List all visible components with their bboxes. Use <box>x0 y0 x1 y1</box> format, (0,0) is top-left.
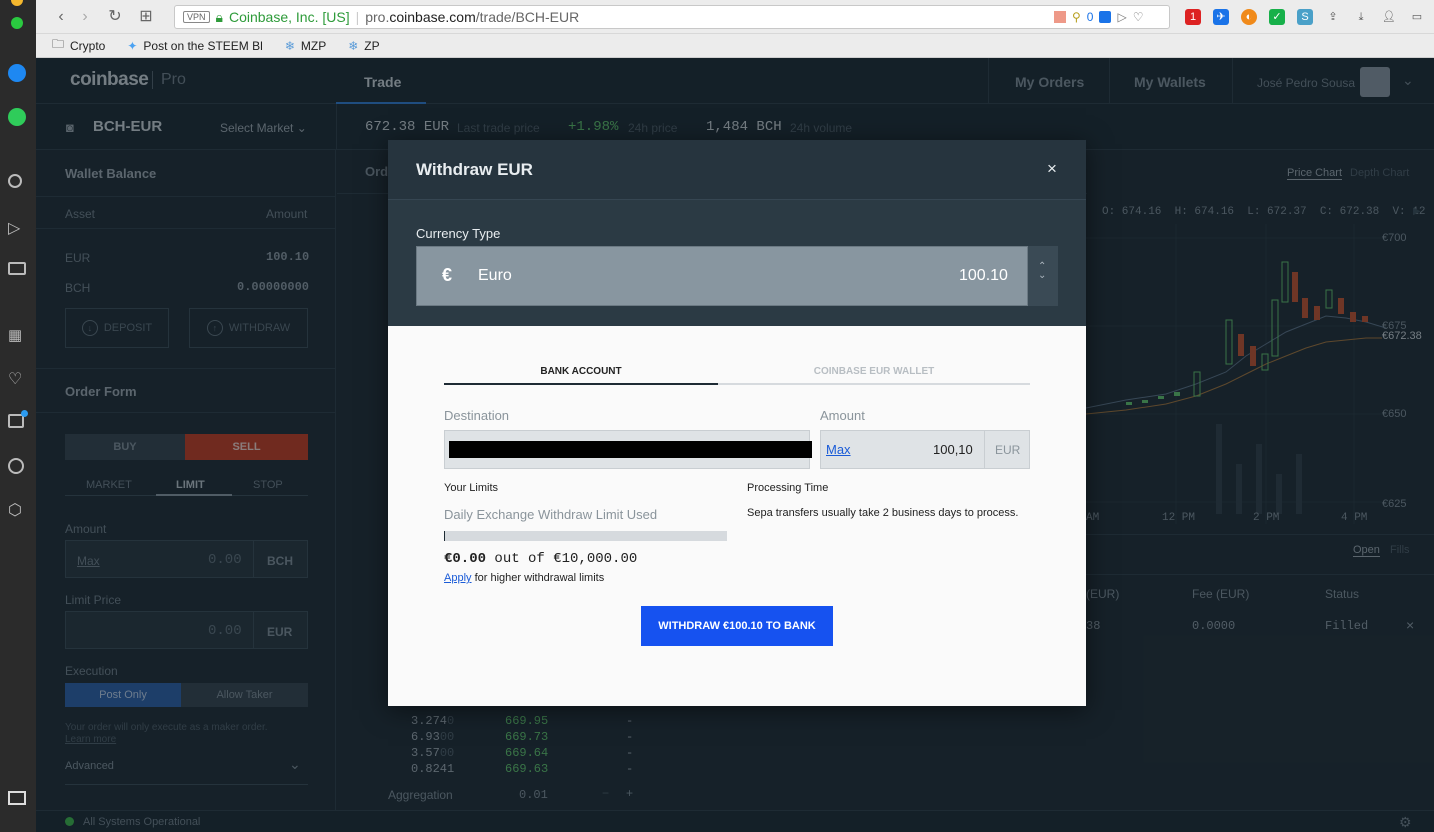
forward-icon[interactable]: › <box>76 8 94 26</box>
daily-limit-label: Daily Exchange Withdraw Limit Used <box>444 507 658 522</box>
amount-unit: EUR <box>995 443 1021 457</box>
dock-sidebar: ▷ ▦ ♡ ⬡ <box>0 0 36 832</box>
cube-icon[interactable] <box>1054 11 1066 23</box>
amount-label: Amount <box>820 408 865 423</box>
currency-select[interactable]: € Euro 100.10 ⌃ ⌄ <box>416 246 1058 306</box>
currency-name: Euro <box>478 267 512 284</box>
snowflake-icon: ❄ <box>348 38 359 53</box>
extension-teal-icon[interactable]: S <box>1297 9 1313 25</box>
tabs-grid-icon[interactable]: ⊞ <box>137 8 155 26</box>
url-extensions: ⚲ 0 ▷ ♡ <box>1054 10 1143 24</box>
shield-icon[interactable] <box>1099 11 1112 23</box>
share-icon[interactable]: ▷ <box>1117 10 1126 24</box>
processing-time-label: Processing Time <box>747 482 829 494</box>
modal-titlebar: Withdraw EUR × <box>388 140 1086 200</box>
site-identity: Coinbase, Inc. [US] <box>228 9 350 25</box>
maximize-dot-icon[interactable] <box>11 17 23 29</box>
redacted-destination <box>449 441 812 458</box>
snowflake-icon: ❄ <box>284 38 295 53</box>
camera-icon[interactable] <box>8 262 26 275</box>
messenger-icon[interactable] <box>8 64 26 82</box>
url-text: pro.coinbase.com/trade/BCH-EUR <box>365 9 580 25</box>
currency-amount: 100.10 <box>959 267 1008 284</box>
notification-dot-icon <box>21 410 28 417</box>
withdraw-modal: Withdraw EUR × Currency Type € Euro 100.… <box>388 140 1086 706</box>
vpn-badge[interactable]: VPN <box>183 11 210 23</box>
withdraw-to-bank-button[interactable]: WITHDRAW €100.10 TO BANK <box>641 606 833 646</box>
box-icon[interactable]: ⬡ <box>8 500 22 520</box>
bookmark-steem[interactable]: ✦ Post on the STEEM Bl <box>127 39 262 53</box>
tab-coinbase-wallet[interactable]: COINBASE EUR WALLET <box>718 366 1030 377</box>
profile-icon[interactable]: 👤︎ <box>1381 9 1397 25</box>
favorite-icon[interactable]: ♡ <box>1133 10 1144 24</box>
currency-type-label: Currency Type <box>416 226 501 241</box>
processing-text: Sepa transfers usually take 2 business d… <box>747 507 1019 519</box>
steem-icon: ✦ <box>127 38 138 53</box>
address-bar[interactable]: VPN 🔒︎ Coinbase, Inc. [US] | pro.coinbas… <box>174 5 1170 29</box>
back-icon[interactable]: ‹ <box>52 8 70 26</box>
share-toolbar-icon[interactable]: ⇪ <box>1325 9 1341 25</box>
sidebar-toggle-icon[interactable] <box>8 791 26 805</box>
bookmark-mzp[interactable]: ❄ MZP <box>285 39 326 53</box>
euro-icon: € <box>442 265 453 285</box>
download-icon[interactable]: ⤓ <box>1353 9 1369 25</box>
max-link[interactable]: Max <box>826 442 851 457</box>
apps-grid-icon[interactable]: ▦ <box>8 326 22 344</box>
chevron-updown-icon: ⌃ ⌄ <box>1038 261 1047 281</box>
send-icon[interactable]: ▷ <box>8 218 20 238</box>
extension-orange-icon[interactable]: ◐ <box>1241 9 1257 25</box>
amount-value[interactable]: 100,10 <box>933 442 973 457</box>
extension-red-icon[interactable]: 1 <box>1185 9 1201 25</box>
limit-usage: €0.00 out of €10,000.00 <box>444 551 638 567</box>
close-dot-icon[interactable] <box>11 0 23 6</box>
history-icon[interactable] <box>8 458 24 474</box>
apply-link[interactable]: Apply <box>444 572 472 584</box>
destination-field[interactable] <box>444 430 812 469</box>
reload-icon[interactable]: ↻ <box>106 8 124 26</box>
whatsapp-icon[interactable] <box>8 108 26 126</box>
apply-line: Apply for higher withdrawal limits <box>444 572 605 584</box>
bookmark-crypto[interactable]: 🗀 Crypto <box>52 35 105 56</box>
search-icon[interactable] <box>8 174 22 188</box>
limit-progress-bar <box>444 531 727 541</box>
heart-icon[interactable]: ♡ <box>8 369 22 389</box>
battery-icon: ▭ <box>1411 11 1423 23</box>
amount-field[interactable]: Max 100,10 EUR <box>820 430 1030 469</box>
wallet-icon[interactable]: ⚲ <box>1072 10 1081 24</box>
currency-stepper[interactable]: ⌃ ⌄ <box>1027 246 1058 306</box>
extension-plane-icon[interactable]: ✈ <box>1213 9 1229 25</box>
ext-badge-count: 0 <box>1086 10 1094 24</box>
separator: | <box>355 9 360 25</box>
extension-shield-icon[interactable]: ✓ <box>1269 9 1285 25</box>
limit-progress-fill <box>444 531 445 541</box>
destination-label: Destination <box>444 408 510 423</box>
close-icon[interactable]: × <box>1047 159 1057 179</box>
modal-title: Withdraw EUR <box>416 160 533 179</box>
tab-bank-account[interactable]: BANK ACCOUNT <box>444 366 718 377</box>
bookmarks-bar: 🗀 Crypto ✦ Post on the STEEM Bl ❄ MZP ❄ ZP <box>36 34 1434 58</box>
your-limits-label: Your Limits <box>444 482 499 494</box>
bookmark-zp[interactable]: ❄ ZP <box>348 39 379 53</box>
lock-icon: 🔒︎ <box>215 8 223 25</box>
folder-icon: 🗀 <box>52 37 65 51</box>
